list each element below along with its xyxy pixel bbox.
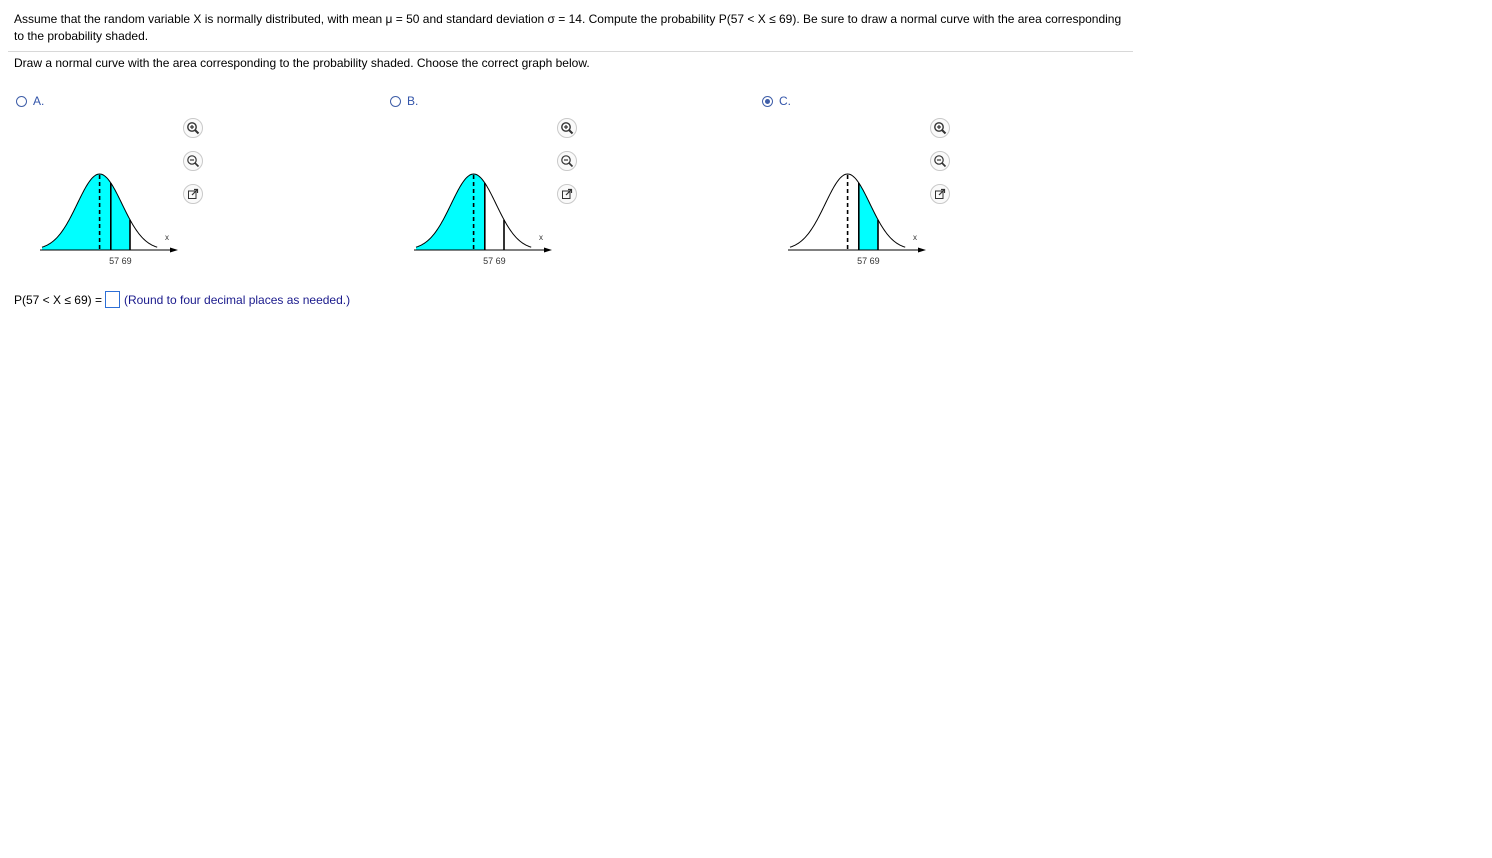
answer-row: P(57 < X ≤ 69) = (Round to four decimal … xyxy=(14,291,350,308)
x-axis-label: x xyxy=(539,233,543,242)
answer-prompt: P(57 < X ≤ 69) = xyxy=(14,292,102,307)
option-b-label: B. xyxy=(407,94,419,108)
option-c[interactable]: C. xyxy=(762,94,791,108)
option-c-graph: x 57 69 xyxy=(778,160,928,270)
option-b-graph: x 57 69 xyxy=(404,160,554,270)
popout-icon[interactable] xyxy=(557,184,577,204)
option-b[interactable]: B. xyxy=(390,94,418,108)
option-c-label: C. xyxy=(779,94,791,108)
tick-labels: 57 69 xyxy=(483,256,506,266)
zoom-out-icon[interactable] xyxy=(557,151,577,171)
shaded-area xyxy=(416,174,485,250)
zoom-out-icon[interactable] xyxy=(183,151,203,171)
option-a-tools xyxy=(183,118,205,217)
popout-icon[interactable] xyxy=(183,184,203,204)
zoom-in-icon[interactable] xyxy=(557,118,577,138)
option-a-graph: x 57 69 xyxy=(30,160,180,270)
tick-labels: 57 69 xyxy=(109,256,132,266)
answer-hint: (Round to four decimal places as needed.… xyxy=(123,292,351,307)
x-axis-arrow xyxy=(544,247,552,253)
x-axis-label: x xyxy=(913,233,917,242)
option-b-tools xyxy=(557,118,579,217)
shaded-area xyxy=(858,182,878,250)
instruction-text: Draw a normal curve with the area corres… xyxy=(14,56,590,70)
option-c-tools xyxy=(930,118,952,217)
option-a-radio[interactable] xyxy=(16,95,27,107)
zoom-in-icon[interactable] xyxy=(930,118,950,138)
shaded-area xyxy=(42,174,130,250)
x-axis-arrow xyxy=(170,247,178,253)
option-b-radio[interactable] xyxy=(390,95,401,107)
option-a[interactable]: A. xyxy=(16,94,44,108)
option-a-label: A. xyxy=(33,94,45,108)
normal-curve-svg: x 57 69 xyxy=(788,173,926,266)
x-axis-label: x xyxy=(165,233,169,242)
x-axis-arrow xyxy=(918,247,926,253)
popout-icon[interactable] xyxy=(930,184,950,204)
answer-input[interactable] xyxy=(104,291,120,308)
question-text: Assume that the random variable X is nor… xyxy=(14,12,1122,43)
normal-curve-svg: x 57 69 xyxy=(414,173,552,266)
zoom-in-icon[interactable] xyxy=(183,118,203,138)
tick-labels: 57 69 xyxy=(857,256,880,266)
option-c-radio[interactable] xyxy=(762,95,773,107)
divider xyxy=(8,51,1133,52)
zoom-out-icon[interactable] xyxy=(930,151,950,171)
normal-curve-svg: x 57 69 xyxy=(40,173,178,266)
